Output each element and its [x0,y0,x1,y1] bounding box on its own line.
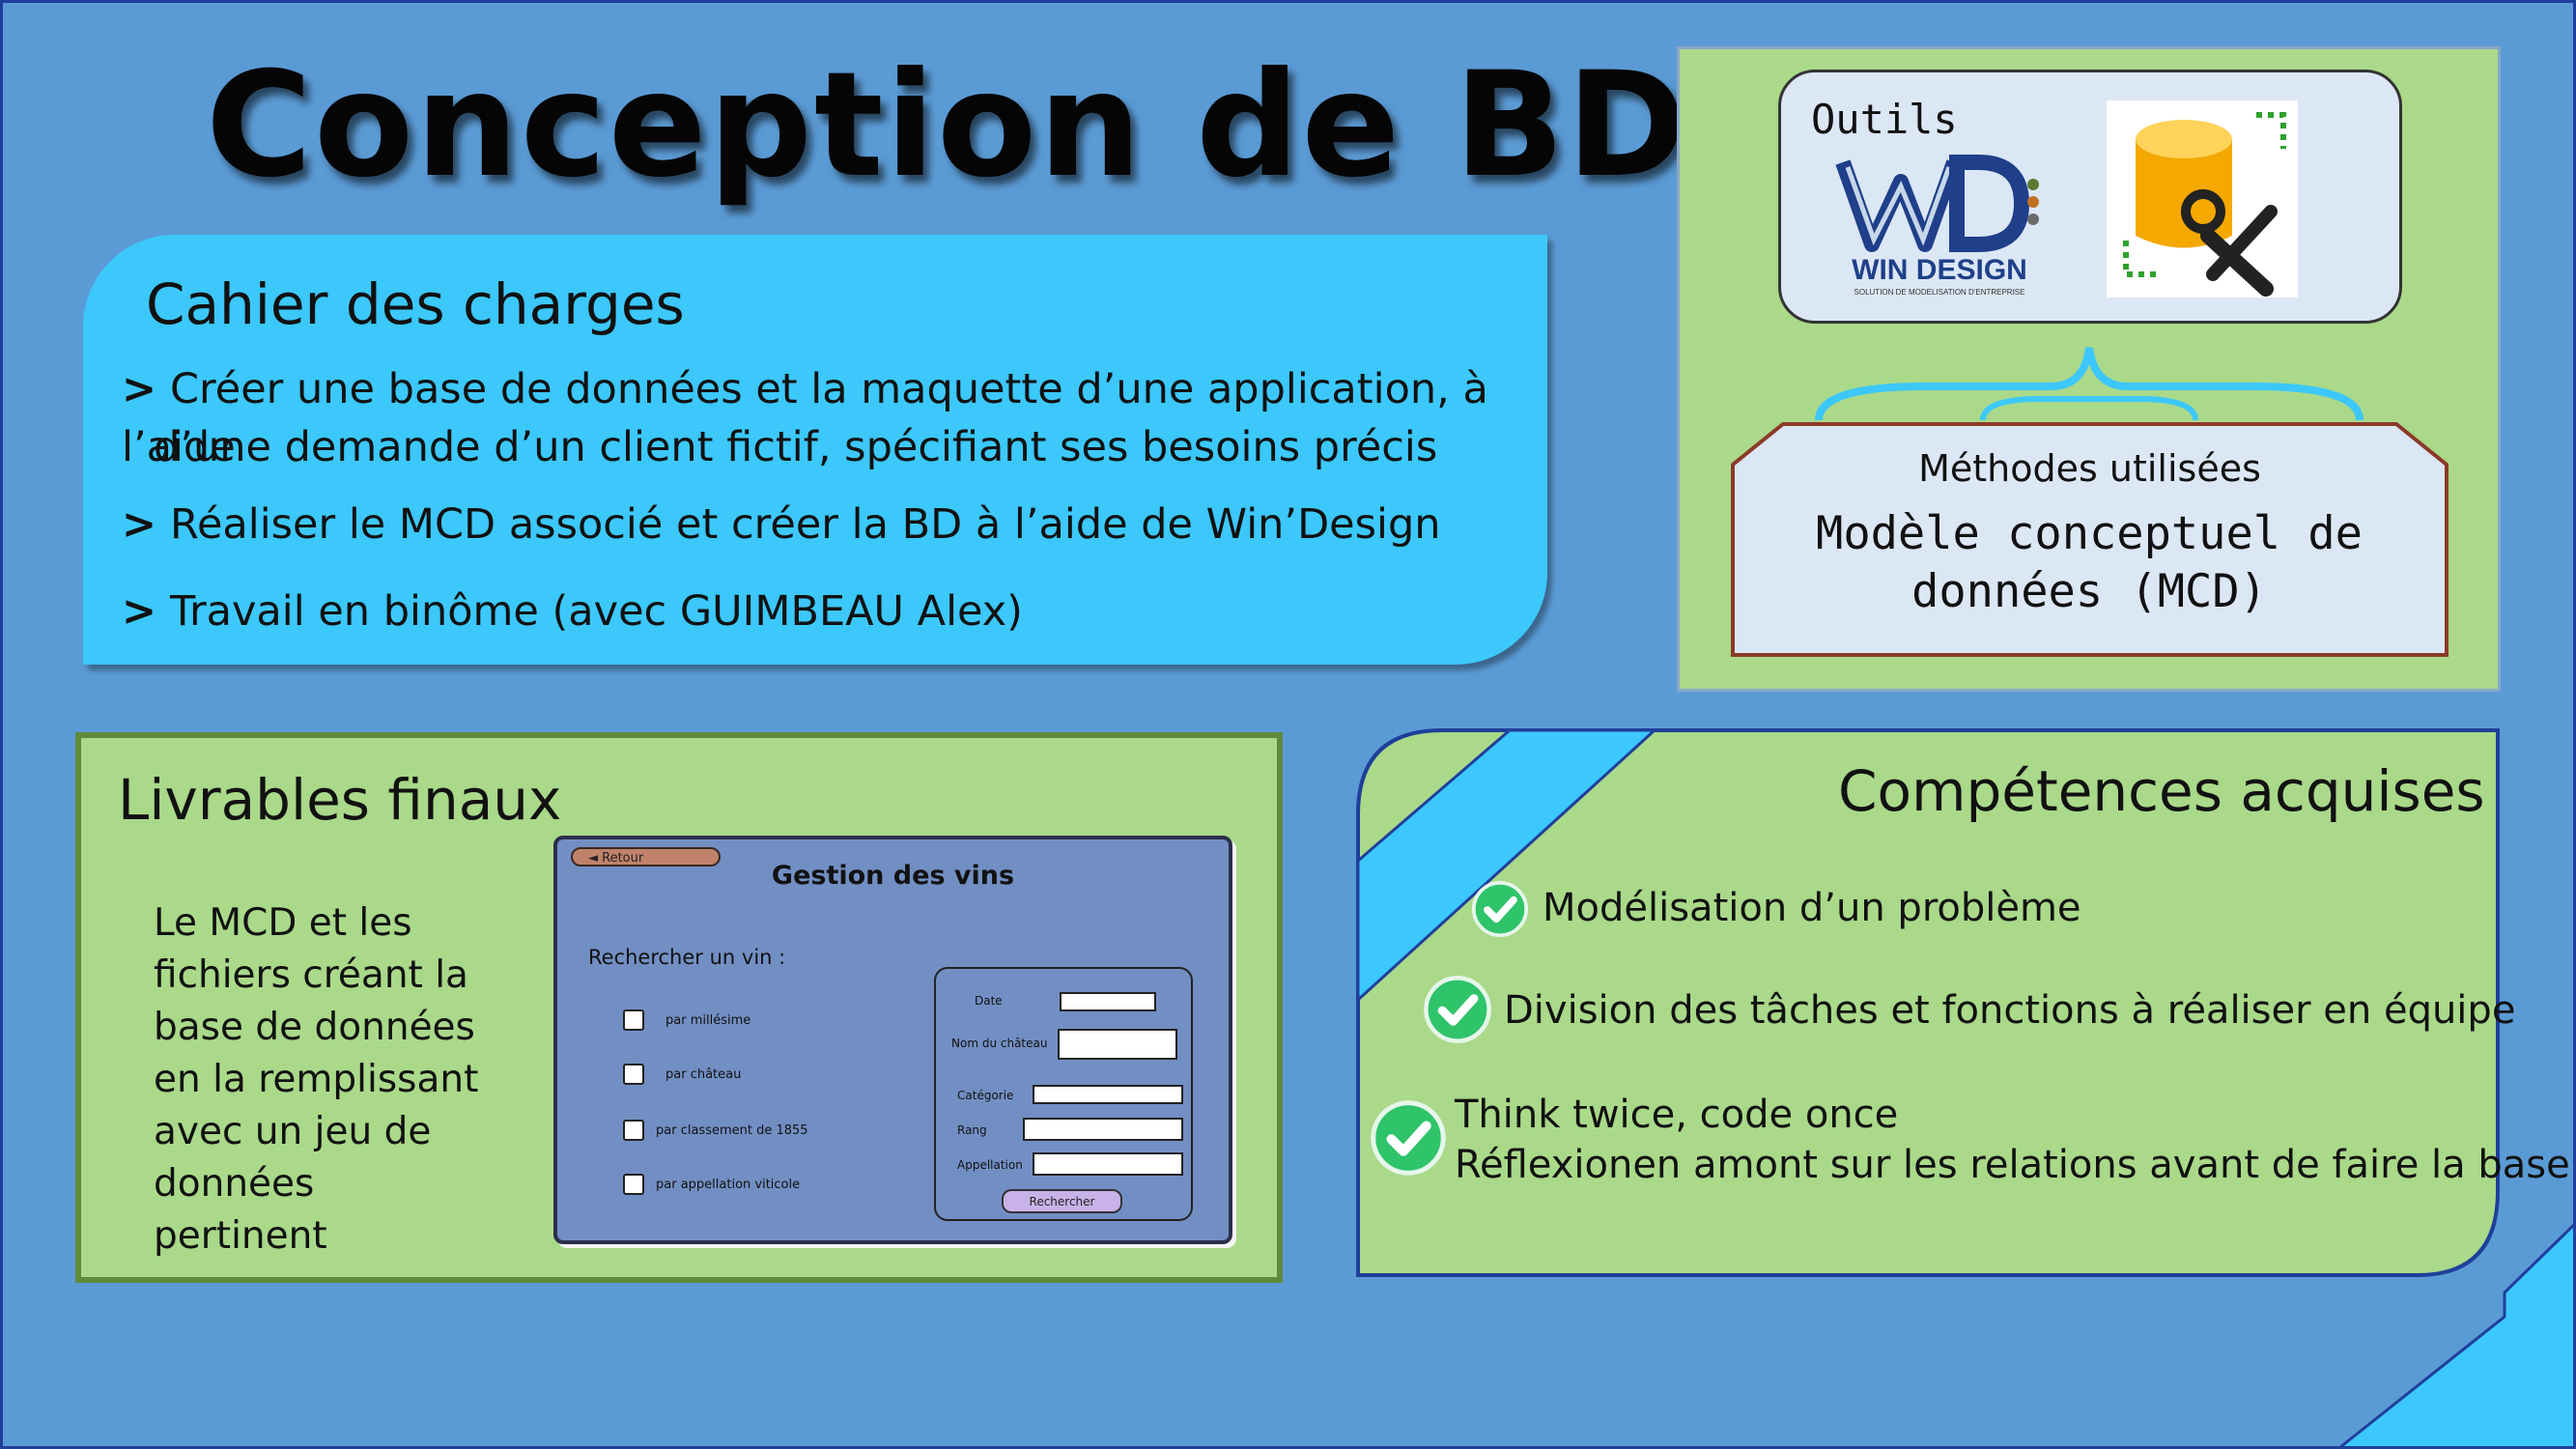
competence-item-4: Réflexionen amont sur les relations avan… [1455,1143,2570,1187]
mockup-title: Gestion des vins [771,861,1015,891]
field-label-appellation: Appellation [957,1158,1023,1172]
methodes-body: Modèle conceptuel de données (MCD) [1751,505,2427,621]
cahier-item-text: Réaliser le MCD associé et créer la BD à… [170,500,1441,549]
cahier-item-2: > Réaliser le MCD associé et créer la BD … [122,496,1441,554]
windesign-logo: WIN DESIGN SOLUTION DE MODELISATION D'EN… [1835,155,2039,297]
option-label: par millésime [665,1012,751,1028]
cahier-item-1-cont: d’une demande d’un client fictif, spécif… [154,423,1438,471]
cahier-item-3: > Travail en binôme (avec GUIMBEAU Alex) [122,582,1023,640]
checkbox[interactable] [623,1174,644,1195]
bullet-marker: > [122,365,157,413]
livrables-line: base de données [154,1006,475,1049]
cahier-des-charges-card: Cahier des charges > Créer une base de do… [83,235,1547,665]
competence-item-1: Modélisation d’un problème [1543,886,2081,930]
mockup-option-millesime[interactable]: par millésime [623,1009,750,1031]
mockup-search-button[interactable]: Rechercher [1002,1189,1122,1213]
mockup-option-classement[interactable]: par classement de 1855 [623,1120,808,1141]
option-label: par appellation viticole [656,1177,801,1192]
check-icon [1371,1100,1446,1176]
slide: Conception de BD Cahier des charges > Cré… [0,0,2576,1449]
checkbox[interactable] [623,1064,644,1085]
cahier-heading: Cahier des charges [146,271,685,337]
methodes-title: Méthodes utilisées [1918,447,2261,490]
livrables-line: fichiers créant la [154,953,468,997]
database-tools-icon [2107,100,2298,298]
livrables-text: Le MCD et les fichiers créant la base de… [154,897,492,1263]
mockup-form: Date Nom du château Catégorie Rang Appel… [934,967,1193,1221]
mockup-option-appellation[interactable]: par appellation viticole [623,1174,800,1195]
mockup-option-chateau[interactable]: par château [623,1064,741,1085]
checkbox[interactable] [623,1009,644,1031]
curly-brace [1815,347,2364,421]
checkbox[interactable] [623,1120,644,1141]
competence-item-2: Division des tâches et fonctions à réali… [1504,988,2516,1033]
rang-input[interactable] [1023,1118,1183,1141]
slide-title: Conception de BD [206,42,1689,210]
chateau-input[interactable] [1058,1029,1177,1060]
windesign-logo-subtext: SOLUTION DE MODELISATION D'ENTREPRISE [1854,288,2025,297]
check-icon [1424,976,1491,1043]
cahier-item-text: Travail en binôme (avec GUIMBEAU Alex) [170,587,1023,636]
field-label-date: Date [975,994,1003,1008]
methodes-line-2: données (MCD) [1911,565,2267,618]
livrables-line: avec un jeu de [154,1110,432,1153]
livrables-line: Le MCD et les [154,901,412,945]
appellation-input[interactable] [1033,1152,1183,1176]
corner-decoration [2340,1223,2573,1446]
date-input[interactable] [1060,992,1156,1011]
check-icon [1471,880,1529,938]
livrables-line: en la remplissant [154,1058,479,1101]
competence-item-3: Think twice, code once [1455,1093,1899,1137]
windesign-logo-text: WIN DESIGN [1852,254,2027,286]
field-label-chateau: Nom du château [951,1037,1048,1050]
livrables-heading: Livrables finaux [118,767,562,833]
field-label-categorie: Catégorie [957,1089,1014,1102]
bullet-marker: > [122,500,157,549]
outils-label: Outils [1811,96,1958,143]
app-mockup: ◄ Retour Gestion des vins Rechercher un … [553,836,1232,1244]
bullet-marker: > [122,587,157,636]
field-label-rang: Rang [957,1123,987,1137]
mockup-search-label: Rechercher un vin : [588,946,786,969]
livrables-line: données pertinent [154,1162,327,1258]
option-label: par château [665,1066,742,1082]
categorie-input[interactable] [1033,1085,1183,1104]
methodes-line-1: Modèle conceptuel de [1816,507,2363,560]
option-label: par classement de 1855 [656,1122,808,1138]
competences-heading: Compétences acquises [1838,758,2485,824]
